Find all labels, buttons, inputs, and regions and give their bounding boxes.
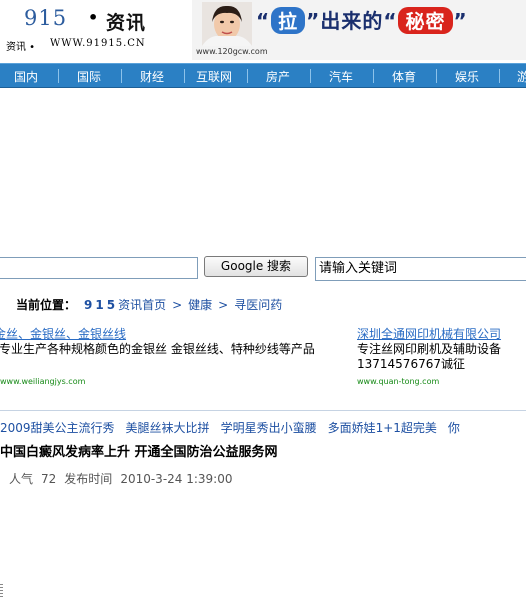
nav-item-domestic[interactable]: 国内 (14, 68, 38, 85)
nav-separator (58, 69, 59, 83)
quote-open-2: “ (383, 9, 398, 33)
nav-item-sports[interactable]: 体育 (392, 68, 416, 85)
popularity-label: 人气 (9, 472, 34, 486)
secret-word: 秘密 (398, 7, 453, 34)
banner-headline: “拉 ”出来的“ 秘密” (256, 5, 468, 34)
ad-right-url[interactable]: www.quan-tong.com (357, 377, 439, 386)
breadcrumb-arrow: > (172, 298, 183, 312)
pull-word: 拉 (271, 7, 306, 34)
breadcrumb-home-link[interactable]: 915资讯首页 (84, 298, 166, 312)
breadcrumb-health-link[interactable]: 健康 (188, 298, 212, 312)
banner-url: www.120gcw.com (196, 47, 268, 56)
logo-url: WWW.91915.CN (50, 38, 146, 49)
nav-separator (247, 69, 248, 83)
article-title: 中国白癜风发病率上升 开通全国防治公益服务网 (0, 445, 278, 460)
date-label: 发布时间 (64, 472, 113, 486)
ad-right-title-link[interactable]: 深圳全通网印机械有限公司 (357, 325, 501, 342)
nav-separator (436, 69, 437, 83)
site-logo-number[interactable]: 915 (24, 6, 67, 30)
ticker-link[interactable]: 学明星秀出小蛮腰 (221, 421, 317, 435)
woman-photo-icon (202, 2, 252, 46)
ticker-link[interactable]: 你 (448, 421, 460, 435)
nav-item-games[interactable]: 游 (517, 68, 526, 85)
breadcrumb-medical-link[interactable]: 寻医问药 (234, 298, 282, 312)
date-value: 2010-3-24 1:39:00 (120, 472, 233, 486)
article-meta: 人气 72 发布时间 2010-3-24 1:39:00 (9, 470, 241, 487)
logo-dot: • (88, 8, 99, 27)
breadcrumb-home-number: 915 (84, 298, 119, 312)
nav-separator (121, 69, 122, 83)
ad-left-description[interactable]: 专业生产各种规格颜色的金银丝 金银丝线、特种纱线等产品 (0, 342, 354, 357)
nav-separator (373, 69, 374, 83)
logo-subtitle: 资讯 • (6, 42, 36, 53)
ad-left-title-link[interactable]: 金丝、金银丝、金银丝线 (0, 325, 126, 342)
banner-ad[interactable]: www.120gcw.com “拉 ”出来的“ 秘密” (192, 0, 526, 60)
nav-separator (184, 69, 185, 83)
breadcrumb-home-text: 资讯首页 (118, 298, 167, 312)
ad-left-url[interactable]: www.weiliangjys.com (0, 377, 85, 386)
breadcrumb-arrow: > (218, 298, 229, 312)
promo-ticker: 2009甜美公主流行秀 美腿丝袜大比拼 学明星秀出小蛮腰 多面娇娃1+1超完美你 (0, 419, 471, 436)
ad-right-description[interactable]: 专注丝网印刷机及辅助设备 13714576767诚征 (357, 342, 526, 372)
breadcrumb-label: 当前位置： (16, 298, 77, 312)
section-divider (0, 410, 526, 411)
breadcrumb: 当前位置： 915资讯首页 > 健康 > 寻医问药 (16, 296, 282, 313)
ticker-link[interactable]: 多面娇娃1+1超完美 (328, 421, 437, 435)
nav-item-real-estate[interactable]: 房产 (266, 68, 290, 85)
main-nav: 国内 国际 财经 互联网 房产 汽车 体育 娱乐 游 (0, 63, 526, 88)
ticker-link[interactable]: 美腿丝袜大比拼 (126, 421, 210, 435)
keyword-search-input[interactable]: 请输入关键词 (315, 257, 526, 281)
google-search-input[interactable] (0, 257, 198, 279)
quote-close-2: ” (453, 9, 468, 33)
google-search-button[interactable]: Google 搜索 (204, 256, 308, 277)
nav-separator (499, 69, 500, 83)
nav-item-auto[interactable]: 汽车 (329, 68, 353, 85)
site-logo-title[interactable]: 资讯 (106, 8, 146, 35)
decorative-marks (0, 584, 3, 598)
popularity-value: 72 (41, 472, 57, 486)
nav-item-entertainment[interactable]: 娱乐 (455, 68, 479, 85)
nav-item-international[interactable]: 国际 (77, 68, 101, 85)
quote-close: ” (306, 9, 321, 33)
quote-open: “ (256, 9, 271, 33)
ticker-link[interactable]: 2009甜美公主流行秀 (0, 421, 115, 435)
nav-item-finance[interactable]: 财经 (140, 68, 164, 85)
banner-middle-text: 出来的 (320, 9, 384, 33)
nav-item-internet[interactable]: 互联网 (196, 68, 232, 85)
nav-separator (310, 69, 311, 83)
